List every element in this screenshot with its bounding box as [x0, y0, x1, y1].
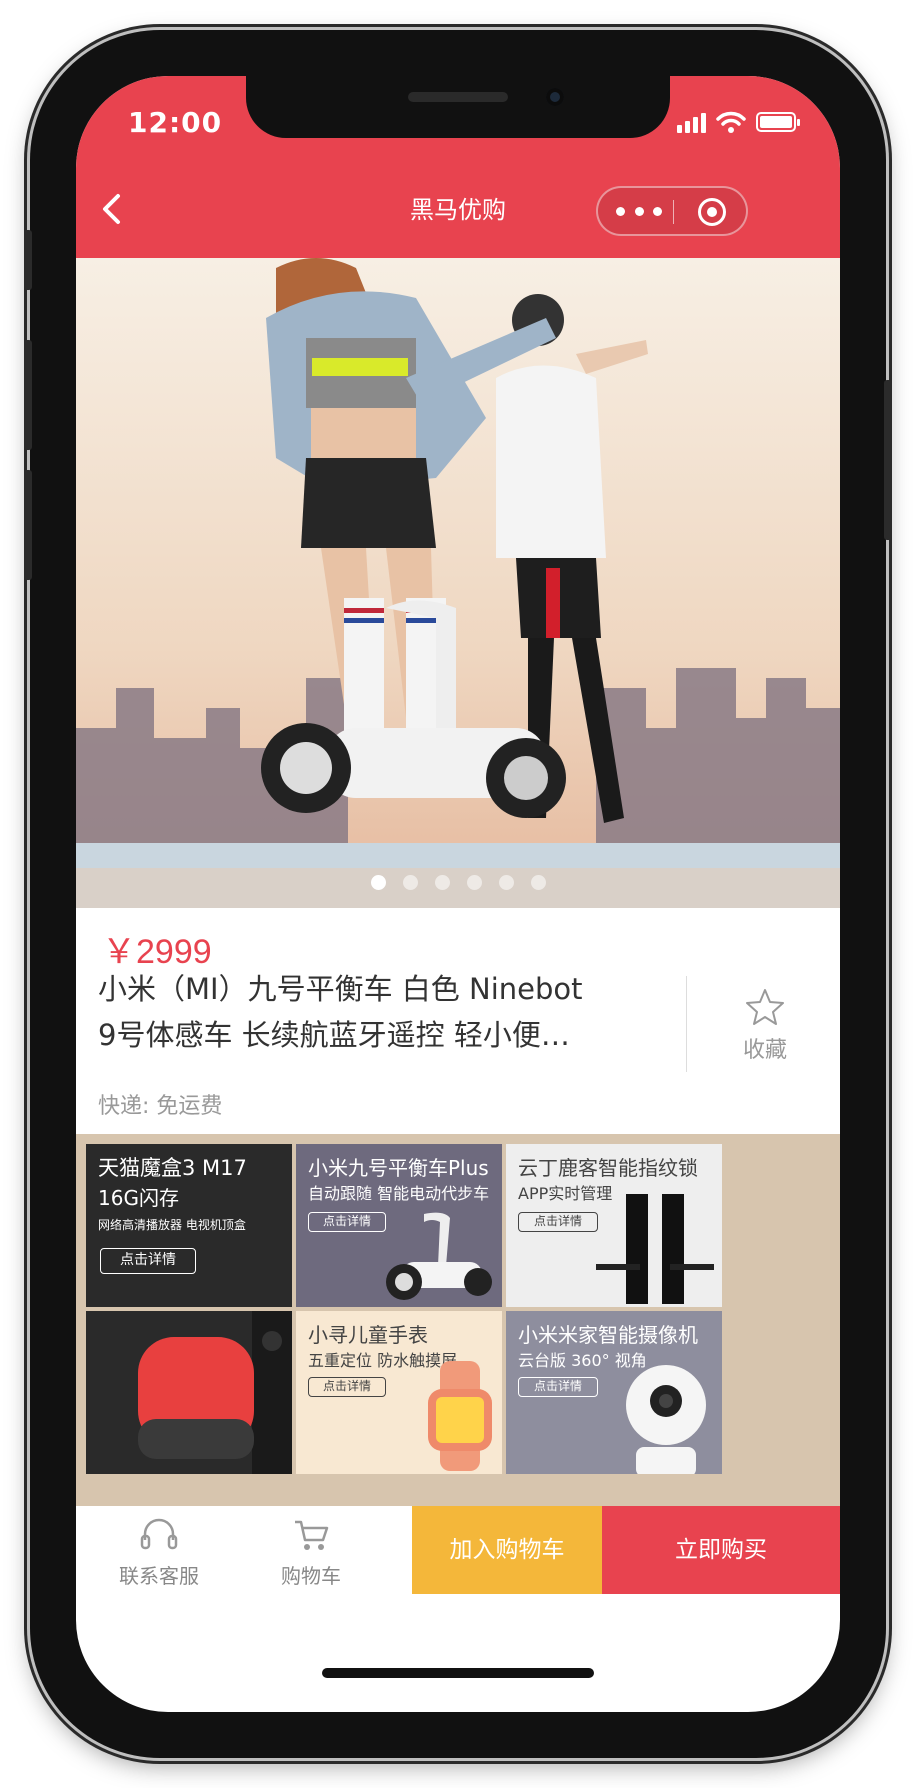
cart-button[interactable]: 购物车	[246, 1506, 376, 1594]
detail-tile-tmall-box[interactable]: 天猫魔盒3 M17 16G闪存 网络高清播放器 电视机顶盒 点击详情	[86, 1144, 292, 1307]
detail-tile-caption: 网络高清播放器 电视机顶盒	[98, 1218, 246, 1232]
service-label: 联系客服	[119, 1564, 199, 1588]
service-button[interactable]: 联系客服	[94, 1506, 224, 1594]
headset-icon	[140, 1518, 178, 1550]
page-title: 黑马优购	[410, 196, 506, 224]
detail-tile-smart-lock[interactable]: 云丁鹿客智能指纹锁 APP实时管理 点击详情	[506, 1144, 722, 1307]
add-to-cart-button[interactable]: 加入购物车	[412, 1506, 602, 1594]
product-banner-carousel[interactable]	[76, 258, 840, 908]
status-time: 12:00	[128, 106, 223, 139]
detail-tile-subtitle: 自动跟随 智能电动代步车	[308, 1184, 490, 1203]
carousel-dot[interactable]	[530, 875, 546, 890]
product-detail-images: 天猫魔盒3 M17 16G闪存 网络高清播放器 电视机顶盒 点击详情 小米九号平…	[76, 1134, 840, 1506]
speaker	[408, 92, 508, 102]
carousel-dot[interactable]	[466, 875, 482, 890]
notch	[246, 76, 670, 138]
camera	[546, 88, 564, 106]
detail-tile-kids-watch[interactable]: 小寻儿童手表 五重定位 防水触摸屏 点击详情	[296, 1311, 502, 1474]
more-dots-icon[interactable]	[616, 200, 662, 222]
product-name-line2: 9号体感车 长续航蓝牙遥控 轻小便…	[98, 1018, 570, 1052]
detail-tile-title: 小米九号平衡车Plus	[308, 1156, 489, 1180]
target-icon[interactable]	[698, 198, 726, 226]
detail-button[interactable]: 点击详情	[518, 1377, 598, 1397]
volume-down-button	[24, 470, 32, 580]
detail-tile-ninebot-plus[interactable]: 小米九号平衡车Plus 自动跟随 智能电动代步车 点击详情	[296, 1144, 502, 1307]
detail-tile-subtitle: 16G闪存	[98, 1186, 179, 1210]
product-name-line1: 小米（MI）九号平衡车 白色 Ninebot	[98, 972, 583, 1006]
carousel-dot[interactable]	[370, 875, 386, 890]
tv-box-image	[138, 1311, 292, 1474]
favorite-label: 收藏	[742, 1038, 787, 1063]
home-indicator	[322, 1668, 594, 1678]
carousel-dot[interactable]	[434, 875, 450, 890]
signal-icon	[677, 111, 706, 133]
camera-image	[626, 1365, 706, 1474]
detail-tile-title: 天猫魔盒3 M17	[98, 1156, 247, 1180]
app-header: 12:00 黑马优购	[76, 76, 840, 258]
carousel-dot[interactable]	[498, 875, 514, 890]
miniprogram-capsule	[596, 186, 748, 236]
wifi-icon	[716, 111, 746, 133]
phone-frame: 12:00 黑马优购 ￥2999 小米（MI）九号平衡车 白色 Ninebot …	[24, 30, 892, 1758]
bottom-action-bar: 联系客服 购物车 加入购物车 立即购买	[76, 1506, 840, 1594]
smart-lock-image	[596, 1194, 714, 1304]
status-icons	[677, 110, 800, 134]
chevron-left-icon[interactable]	[96, 192, 130, 226]
favorite-divider	[686, 976, 687, 1072]
detail-tile-title: 小米米家智能摄像机	[518, 1323, 698, 1347]
mute-switch	[24, 230, 32, 290]
power-button	[884, 380, 892, 540]
phone-screen: 12:00 黑马优购 ￥2999 小米（MI）九号平衡车 白色 Ninebot …	[76, 76, 840, 1712]
buy-now-button[interactable]: 立即购买	[602, 1506, 840, 1594]
volume-up-button	[24, 340, 32, 450]
banner-image	[76, 258, 840, 908]
shipping-info: 快递: 免运费	[98, 1094, 223, 1119]
detail-tile-title: 小寻儿童手表	[308, 1323, 428, 1347]
detail-button[interactable]: 点击详情	[308, 1212, 386, 1232]
kids-watch-image	[428, 1361, 492, 1471]
detail-button[interactable]: 点击详情	[308, 1377, 386, 1397]
detail-button[interactable]: 点击详情	[518, 1212, 598, 1232]
detail-button[interactable]: 点击详情	[100, 1248, 196, 1274]
carousel-dots	[76, 875, 840, 890]
product-name: 小米（MI）九号平衡车 白色 Ninebot 9号体感车 长续航蓝牙遥控 轻小便…	[98, 966, 658, 1058]
scooter-image	[386, 1212, 492, 1300]
detail-tile-camera[interactable]: 小米米家智能摄像机 云台版 360° 视角 点击详情	[506, 1311, 722, 1474]
favorite-button[interactable]: 收藏	[690, 988, 840, 1064]
carousel-dot[interactable]	[402, 875, 418, 890]
capsule-divider	[673, 200, 674, 224]
star-icon	[746, 989, 784, 1025]
detail-tile-title: 云丁鹿客智能指纹锁	[518, 1156, 698, 1180]
battery-icon	[756, 112, 800, 132]
detail-tile-tv-box-red[interactable]	[86, 1311, 292, 1474]
cart-icon	[295, 1520, 329, 1550]
cart-label: 购物车	[281, 1564, 341, 1588]
